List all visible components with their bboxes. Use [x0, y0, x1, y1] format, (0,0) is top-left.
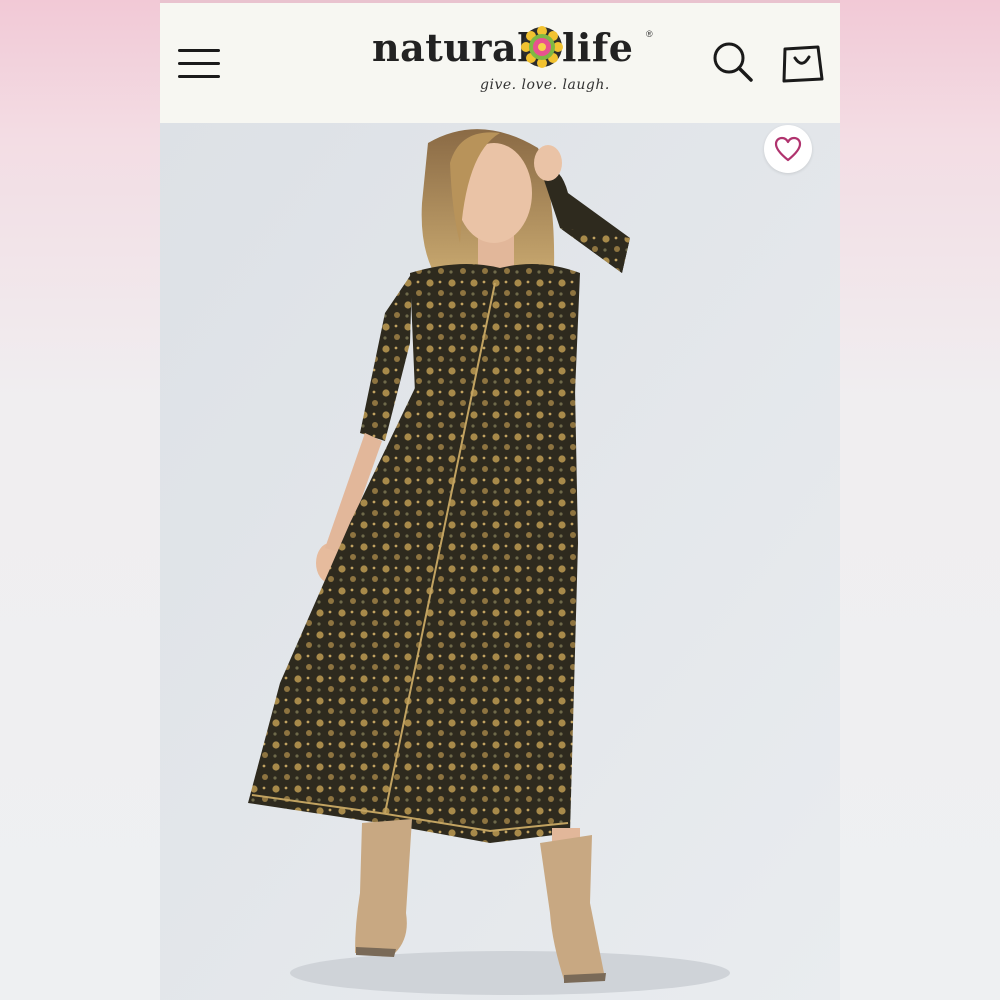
search-icon — [713, 42, 753, 82]
logo-word-left: natural — [372, 25, 533, 70]
registered-mark: ® — [646, 29, 653, 39]
logo-word-right: life — [562, 25, 634, 70]
cart-button[interactable] — [780, 41, 826, 87]
product-photo[interactable] — [160, 123, 840, 1000]
brand-logo[interactable]: natural life ® give. love. laugh. — [370, 23, 653, 113]
shopping-bag-icon — [782, 45, 824, 83]
product-image-area[interactable] — [160, 123, 840, 1000]
logo-tagline: give. love. laugh. — [480, 77, 610, 93]
menu-button[interactable] — [178, 49, 222, 85]
favorite-button[interactable] — [764, 125, 812, 173]
app-screen: natural life ® give. love. laugh. — [160, 0, 840, 1000]
hamburger-menu-icon — [178, 49, 222, 78]
heart-icon — [774, 136, 802, 162]
site-header: natural life ® give. love. laugh. — [160, 0, 840, 123]
search-button[interactable] — [710, 39, 756, 85]
flower-logo-icon — [521, 26, 563, 68]
